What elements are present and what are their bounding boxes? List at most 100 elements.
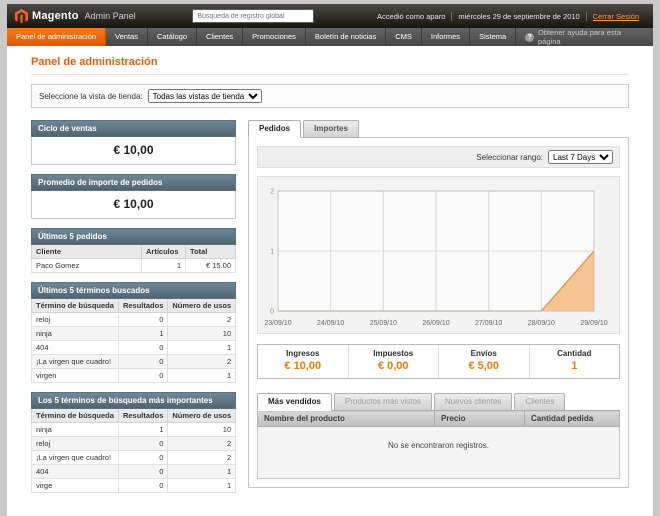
- tab-nuevos-clientes[interactable]: Nuevos clientes: [434, 393, 512, 411]
- store-view-select[interactable]: Todas las vistas de tienda: [148, 89, 262, 103]
- cell: 1: [168, 341, 236, 355]
- total-value: 1: [530, 360, 620, 372]
- nav-item-dashboard[interactable]: Panel de administración: [7, 28, 106, 46]
- page-title: Panel de administración: [31, 46, 629, 75]
- logo-product-text: Admin Panel: [85, 11, 136, 21]
- lifetime-sales-title: Ciclo de ventas: [31, 120, 236, 137]
- nav-item-sistema[interactable]: Sistema: [470, 28, 516, 46]
- cell: ¡La virgen que cuadro!: [32, 355, 119, 369]
- cell: 1: [118, 423, 167, 437]
- cell: 0: [118, 369, 167, 383]
- account-bar: Accedió como aparo miércoles 29 de septi…: [371, 12, 645, 21]
- column-header: Número de usos: [168, 299, 236, 313]
- empty-message: No se encontraron registros.: [258, 427, 620, 479]
- tab-mas-vendidos[interactable]: Más vendidos: [257, 393, 332, 411]
- top-search-terms-table: Término de búsqueda Resultados Número de…: [31, 409, 236, 493]
- column-header: Cliente: [32, 245, 142, 259]
- help-icon: ?: [525, 33, 534, 42]
- table-row[interactable]: 404 0 1: [32, 465, 236, 479]
- table-row[interactable]: reloj 0 2: [32, 437, 236, 451]
- current-date: miércoles 29 de septiembre de 2010: [452, 12, 586, 21]
- logo-brand-text: Magento: [32, 10, 79, 22]
- table-row[interactable]: reloj 0 2: [32, 313, 236, 327]
- range-select[interactable]: Last 7 Days: [548, 150, 613, 164]
- average-orders-title: Promedio de importe de pedidos: [31, 174, 236, 191]
- orders-chart: 01223/09/1024/09/1025/09/1026/09/1027/09…: [257, 176, 620, 334]
- cell: € 15.00: [186, 259, 236, 273]
- column-header: Resultados: [118, 299, 167, 313]
- svg-text:25/09/10: 25/09/10: [370, 320, 397, 327]
- cell: virge: [32, 479, 119, 493]
- logged-in-as: Accedió como aparo: [371, 12, 452, 21]
- cell: 404: [32, 341, 119, 355]
- cell: 0: [118, 451, 167, 465]
- cell: 404: [32, 465, 119, 479]
- nav-item-catalogo[interactable]: Catálogo: [148, 28, 197, 46]
- svg-text:24/09/10: 24/09/10: [317, 320, 344, 327]
- cell: 0: [118, 341, 167, 355]
- cell: 10: [168, 423, 236, 437]
- last-search-terms-title: Últimos 5 términos buscados: [31, 282, 236, 299]
- nav-item-ventas[interactable]: Ventas: [106, 28, 148, 46]
- magento-logo: Magento Admin Panel: [15, 9, 136, 24]
- totals-bar: Ingresos € 10,00 Impuestos € 0,00 Envíos…: [257, 344, 620, 379]
- cell: 1: [168, 369, 236, 383]
- nav-item-boletin[interactable]: Boletín de noticias: [306, 28, 386, 46]
- admin-page: Magento Admin Panel Accedió como aparo m…: [7, 4, 653, 516]
- table-row[interactable]: ¡La virgen que cuadro! 0 2: [32, 355, 236, 369]
- total-value: € 5,00: [439, 360, 529, 372]
- table-row[interactable]: Paco Gomez 1 € 15.00: [32, 259, 236, 273]
- total-impuestos: Impuestos € 0,00: [348, 345, 439, 378]
- page-help-link[interactable]: ? Obtener ayuda para esta página: [516, 28, 653, 46]
- nav-item-cms[interactable]: CMS: [386, 28, 422, 46]
- cell: ninja: [32, 327, 119, 341]
- dashboard: Ciclo de ventas € 10,00 Promedio de impo…: [31, 120, 629, 502]
- dashboard-main: Pedidos Importes Seleccionar rango: Last…: [248, 120, 629, 488]
- cell: 2: [168, 437, 236, 451]
- last-search-terms-table: Término de búsqueda Resultados Número de…: [31, 299, 236, 383]
- column-header: Número de usos: [168, 409, 236, 423]
- tab-pedidos[interactable]: Pedidos: [248, 120, 301, 138]
- svg-text:28/09/10: 28/09/10: [528, 320, 555, 327]
- global-search-input[interactable]: [192, 9, 314, 23]
- table-row[interactable]: ninja 1 10: [32, 327, 236, 341]
- tab-importes[interactable]: Importes: [303, 120, 359, 138]
- nav-item-promociones[interactable]: Promociones: [243, 28, 306, 46]
- store-view-label: Seleccione la vista de tienda:: [39, 92, 143, 101]
- total-label: Envíos: [439, 349, 529, 358]
- cell: virgen: [32, 369, 119, 383]
- last-search-terms-panel: Últimos 5 términos buscados Término de b…: [31, 282, 236, 383]
- total-ingresos: Ingresos € 10,00: [258, 345, 348, 378]
- content-area: Panel de administración Seleccione la vi…: [7, 46, 653, 516]
- last-orders-title: Últimos 5 pedidos: [31, 228, 236, 245]
- cell: 10: [168, 327, 236, 341]
- logout-link[interactable]: Cerrar Sesión: [593, 12, 639, 21]
- table-row[interactable]: ¡La virgen que cuadro! 0 2: [32, 451, 236, 465]
- table-row[interactable]: 404 0 1: [32, 341, 236, 355]
- cell: reloj: [32, 437, 119, 451]
- main-nav: Panel de administración Ventas Catálogo …: [7, 28, 653, 46]
- table-row[interactable]: virgen 0 1: [32, 369, 236, 383]
- dashboard-sidebar: Ciclo de ventas € 10,00 Promedio de impo…: [31, 120, 236, 502]
- page-help-label: Obtener ayuda para esta página: [538, 28, 644, 46]
- tab-productos-mas-vistos[interactable]: Productos más vistos: [334, 393, 432, 411]
- table-row[interactable]: ninja 1 10: [32, 423, 236, 437]
- cell: 0: [118, 313, 167, 327]
- cell: 1: [142, 259, 186, 273]
- nav-item-clientes[interactable]: Clientes: [197, 28, 243, 46]
- svg-text:29/09/10: 29/09/10: [580, 320, 607, 327]
- column-header: Artículos: [142, 245, 186, 259]
- total-envios: Envíos € 5,00: [438, 345, 529, 378]
- table-row[interactable]: virge 0 1: [32, 479, 236, 493]
- cell: Paco Gomez: [32, 259, 142, 273]
- svg-text:0: 0: [270, 309, 274, 316]
- nav-item-informes[interactable]: Informes: [422, 28, 470, 46]
- cell: 1: [118, 327, 167, 341]
- column-header: Total: [186, 245, 236, 259]
- svg-text:2: 2: [270, 189, 274, 196]
- tab-clientes[interactable]: Clientes: [514, 393, 565, 411]
- global-search: [136, 9, 371, 23]
- cell: 1: [168, 479, 236, 493]
- store-view-switcher: Seleccione la vista de tienda: Todas las…: [31, 84, 629, 108]
- column-header: Cantidad pedida: [525, 411, 620, 427]
